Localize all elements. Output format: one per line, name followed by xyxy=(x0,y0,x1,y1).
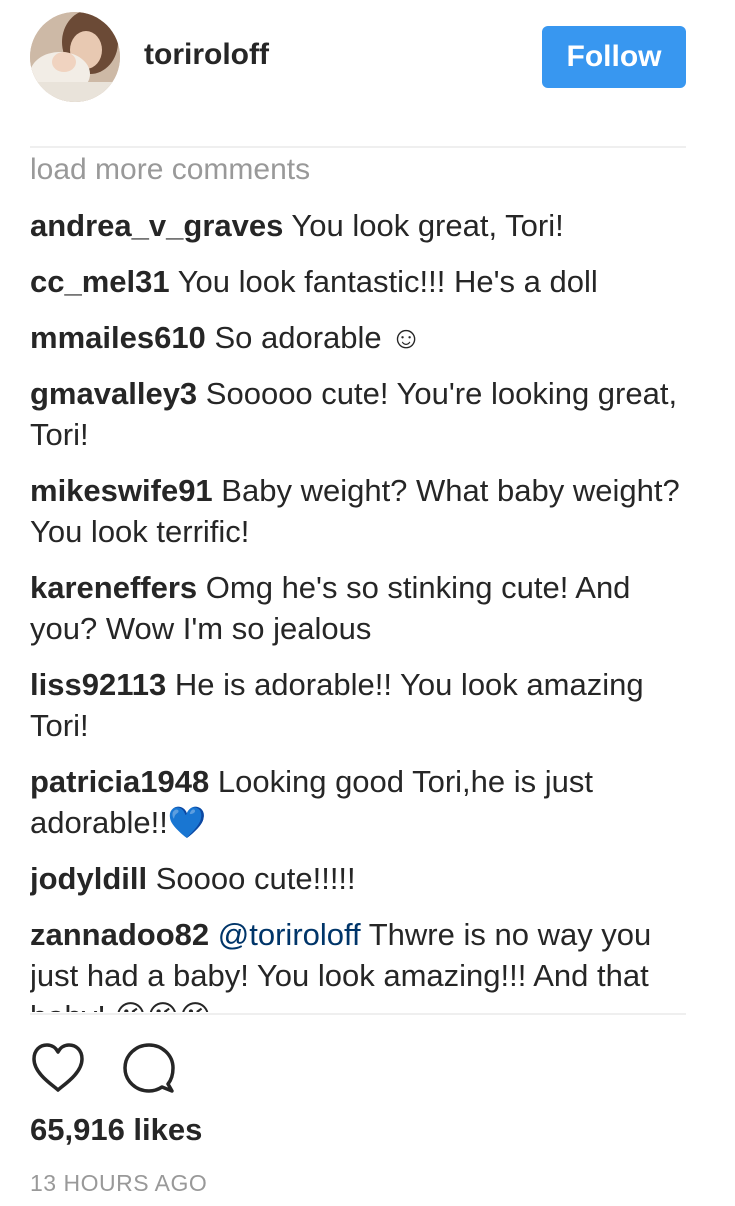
comment: jodyldill Soooo cute!!!!! xyxy=(30,858,690,899)
comment-author[interactable]: gmavalley3 xyxy=(30,376,197,411)
comment: mmailes610 So adorable ☺ xyxy=(30,317,690,358)
likes-count[interactable]: 65,916 likes xyxy=(30,1112,202,1148)
comment-author[interactable]: mikeswife91 xyxy=(30,473,213,508)
heart-outline-icon xyxy=(32,1043,84,1092)
username[interactable]: toriroloff xyxy=(144,38,269,72)
comment-author[interactable]: jodyldill xyxy=(30,861,147,896)
comment-text: You look great, Tori! xyxy=(291,208,564,243)
comment-text: So adorable ☺ xyxy=(214,320,422,355)
comment-author[interactable]: andrea_v_graves xyxy=(30,208,283,243)
comments-list: load more comments andrea_v_graves You l… xyxy=(30,150,690,1012)
follow-button[interactable]: Follow xyxy=(542,26,686,88)
divider xyxy=(30,146,686,148)
comment: cc_mel31 You look fantastic!!! He's a do… xyxy=(30,261,690,302)
comment-author[interactable]: liss92113 xyxy=(30,667,166,702)
comment: andrea_v_graves You look great, Tori! xyxy=(30,205,690,246)
comment-author[interactable]: cc_mel31 xyxy=(30,264,170,299)
comment: kareneffers Omg he's so stinking cute! A… xyxy=(30,567,690,649)
comment-text: You look fantastic!!! He's a doll xyxy=(177,264,598,299)
comment-author[interactable]: mmailes610 xyxy=(30,320,206,355)
avatar[interactable] xyxy=(30,12,120,102)
comment: gmavalley3 Sooooo cute! You're looking g… xyxy=(30,373,690,455)
comment: patricia1948 Looking good Tori,he is jus… xyxy=(30,761,690,843)
comment-button[interactable] xyxy=(122,1042,176,1094)
comment-author[interactable]: zannadoo82 xyxy=(30,917,209,952)
comment-author[interactable]: kareneffers xyxy=(30,570,197,605)
divider xyxy=(30,1013,686,1015)
comment-text: Soooo cute!!!!! xyxy=(155,861,356,896)
like-button[interactable] xyxy=(30,1042,86,1094)
comment-bubble-icon xyxy=(123,1043,175,1093)
avatar-photo xyxy=(30,12,120,102)
comment: mikeswife91 Baby weight? What baby weigh… xyxy=(30,470,690,552)
post-timestamp[interactable]: 13 HOURS AGO xyxy=(30,1170,207,1197)
comment-mention[interactable]: @toriroloff xyxy=(218,917,361,952)
comment-author[interactable]: patricia1948 xyxy=(30,764,209,799)
post-header: toriroloff Follow xyxy=(0,0,735,120)
comment: liss92113 He is adorable!! You look amaz… xyxy=(30,664,690,746)
comment: zannadoo82 @toriroloff Thwre is no way y… xyxy=(30,914,690,1012)
load-more-comments-link[interactable]: load more comments xyxy=(30,150,690,190)
instagram-post-panel: toriroloff Follow load more comments and… xyxy=(0,0,735,1206)
